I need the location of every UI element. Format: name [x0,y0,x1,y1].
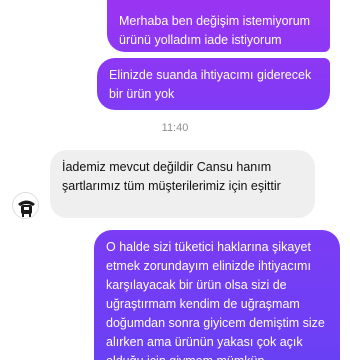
avatar[interactable] [12,192,39,219]
message-text: İademiz mevcut değildir Cansu hanım şart… [62,160,281,193]
message-text: Elinizde suanda ihtiyacımı giderecek bir… [109,68,312,101]
message-timestamp: 11:40 [161,122,189,134]
outgoing-message-bubble[interactable]: O halde sizi tüketici haklarına şikayet … [94,230,340,360]
outgoing-message-bubble[interactable]: Elinizde suanda ihtiyacımı giderecek bir… [97,58,330,110]
outgoing-message-bubble[interactable]: Merhaba ben değişim istemiyorum ürünü yo… [107,0,330,52]
store-logo-icon [14,194,38,218]
incoming-message-bubble[interactable]: İademiz mevcut değildir Cansu hanım şart… [50,150,315,218]
message-text: O halde sizi tüketici haklarına şikayet … [106,240,325,360]
message-text: Merhaba ben değişim istemiyorum ürünü yo… [119,14,311,47]
